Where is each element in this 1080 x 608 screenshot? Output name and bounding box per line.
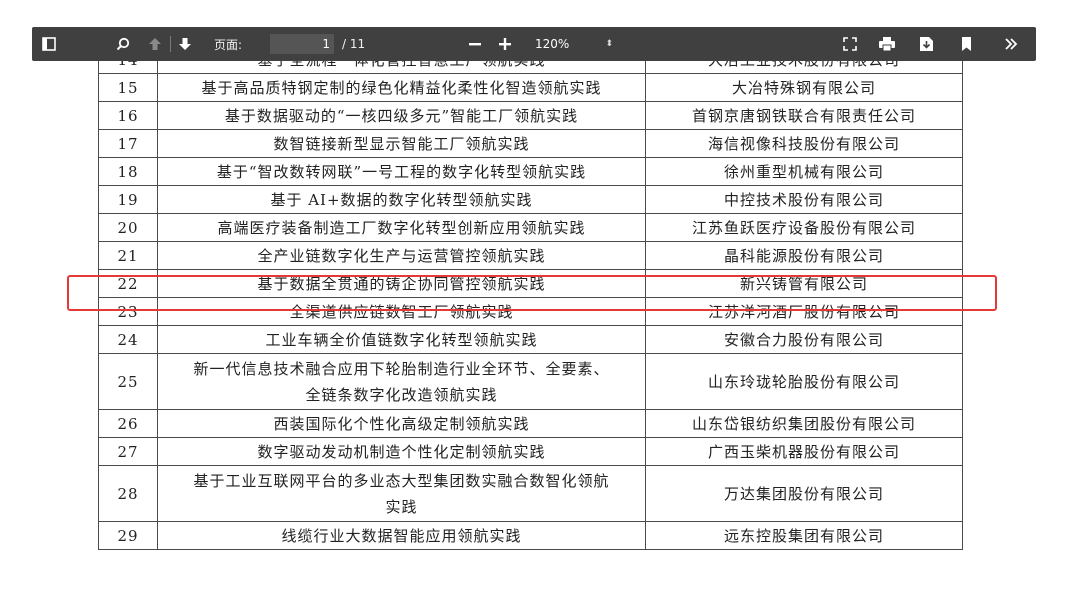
row-number: 15 (98, 73, 158, 102)
page-total: / 11 (342, 37, 366, 51)
table-row: 27 数字驱动发动机制造个性化定制领航实践 广西玉柴机器股份有限公司 (98, 437, 963, 466)
next-page-button[interactable] (174, 27, 196, 61)
table-row: 19 基于 AI+数据的数字化转型领航实践 中控技术股份有限公司 (98, 185, 963, 214)
row-number: 24 (98, 325, 158, 354)
table-row: 21 全产业链数字化生产与运营管控领航实践 晶科能源股份有限公司 (98, 241, 963, 270)
practice-name: 高端医疗装备制造工厂数字化转型创新应用领航实践 (157, 213, 646, 242)
double-chevron-right-icon (1004, 37, 1018, 51)
table-row: 28 基于工业互联网平台的多业态大型集团数实融合数智化领航 实践 万达集团股份有… (98, 465, 963, 522)
table-row: 26 西装国际化个性化高级定制领航实践 山东岱银纺织集团股份有限公司 (98, 409, 963, 438)
page-total-wrap: / 11 (342, 27, 382, 61)
company-name: 山东玲珑轮胎股份有限公司 (645, 353, 963, 410)
toolbar-divider (170, 36, 171, 52)
previous-page-button[interactable] (144, 27, 166, 61)
practice-name: 新一代信息技术融合应用下轮胎制造行业全环节、全要素、 全链条数字化改造领航实践 (157, 353, 646, 410)
practice-name-line: 基于工业互联网平台的多业态大型集团数实融合数智化领航 (193, 471, 610, 490)
row-number: 16 (98, 101, 158, 130)
company-name: 首钢京唐钢铁联合有限责任公司 (645, 101, 963, 130)
arrow-down-icon (178, 37, 192, 51)
page-number-input[interactable] (270, 34, 334, 54)
sidebar-toggle-button[interactable] (34, 27, 64, 61)
chevron-up-down-icon: ⬍ (605, 39, 613, 49)
table-row: 24 工业车辆全价值链数字化转型领航实践 安徽合力股份有限公司 (98, 325, 963, 354)
row-number: 20 (98, 213, 158, 242)
company-name: 山东岱银纺织集团股份有限公司 (645, 409, 963, 438)
practice-name: 数字驱动发动机制造个性化定制领航实践 (157, 437, 646, 466)
page-label: 页面: (214, 37, 243, 52)
practice-name: 基于高品质特钢定制的绿色化精益化柔性化智造领航实践 (157, 73, 646, 102)
practice-name: 西装国际化个性化高级定制领航实践 (157, 409, 646, 438)
practice-name: 基于工业互联网平台的多业态大型集团数实融合数智化领航 实践 (157, 465, 646, 522)
bookmark-icon (961, 37, 972, 51)
fullscreen-button[interactable] (838, 27, 862, 61)
company-name: 江苏鱼跃医疗设备股份有限公司 (645, 213, 963, 242)
row-number: 21 (98, 241, 158, 270)
document-page: 14 基于全流程一体化管控智慧工厂领航实践 大冶工业技术股份有限公司 15 基于… (0, 0, 1080, 608)
print-icon (879, 37, 895, 51)
table-row: 16 基于数据驱动的“一核四级多元”智能工厂领航实践 首钢京唐钢铁联合有限责任公… (98, 101, 963, 130)
minus-icon (468, 37, 482, 51)
download-icon (919, 37, 933, 51)
zoom-in-button[interactable] (494, 27, 516, 61)
practice-name: 基于“智改数转网联”一号工程的数字化转型领航实践 (157, 157, 646, 186)
practice-name: 工业车辆全价值链数字化转型领航实践 (157, 325, 646, 354)
page-label-wrap: 页面: (214, 27, 260, 61)
print-button[interactable] (874, 27, 900, 61)
zoom-select[interactable]: 120% ⬍ (529, 34, 619, 54)
practice-name: 数智链接新型显示智能工厂领航实践 (157, 129, 646, 158)
sidebar-toggle-icon (42, 37, 56, 51)
practice-name-line: 新一代信息技术融合应用下轮胎制造行业全环节、全要素、 (193, 359, 610, 378)
more-tools-button[interactable] (998, 27, 1024, 61)
company-name: 中控技术股份有限公司 (645, 185, 963, 214)
company-name: 海信视像科技股份有限公司 (645, 129, 963, 158)
row-number: 29 (98, 521, 158, 550)
row-number: 28 (98, 465, 158, 522)
company-name: 广西玉柴机器股份有限公司 (645, 437, 963, 466)
table-row: 18 基于“智改数转网联”一号工程的数字化转型领航实践 徐州重型机械有限公司 (98, 157, 963, 186)
practice-name-line: 实践 (385, 497, 418, 516)
bookmark-button[interactable] (954, 27, 978, 61)
company-name: 远东控股集团有限公司 (645, 521, 963, 550)
table-row: 20 高端医疗装备制造工厂数字化转型创新应用领航实践 江苏鱼跃医疗设备股份有限公… (98, 213, 963, 242)
practice-name: 基于数据驱动的“一核四级多元”智能工厂领航实践 (157, 101, 646, 130)
table-row: 15 基于高品质特钢定制的绿色化精益化柔性化智造领航实践 大冶特殊钢有限公司 (98, 73, 963, 102)
company-name: 徐州重型机械有限公司 (645, 157, 963, 186)
row-number: 26 (98, 409, 158, 438)
table-row: 29 线缆行业大数据智能应用领航实践 远东控股集团有限公司 (98, 521, 963, 550)
company-name: 大冶特殊钢有限公司 (645, 73, 963, 102)
row-number: 17 (98, 129, 158, 158)
highlight-box (67, 275, 997, 311)
practice-name: 全产业链数字化生产与运营管控领航实践 (157, 241, 646, 270)
row-number: 18 (98, 157, 158, 186)
zoom-out-button[interactable] (464, 27, 486, 61)
row-number: 19 (98, 185, 158, 214)
pdf-toolbar: 页面: / 11 120% ⬍ (32, 27, 1036, 61)
row-number: 25 (98, 353, 158, 410)
plus-icon (498, 37, 512, 51)
arrow-up-icon (148, 37, 162, 51)
table-row: 25 新一代信息技术融合应用下轮胎制造行业全环节、全要素、 全链条数字化改造领航… (98, 353, 963, 410)
company-name: 万达集团股份有限公司 (645, 465, 963, 522)
practice-name-line: 全链条数字化改造领航实践 (305, 385, 498, 404)
company-name: 晶科能源股份有限公司 (645, 241, 963, 270)
search-button[interactable] (112, 27, 134, 61)
zoom-value: 120% (535, 37, 570, 51)
company-name: 安徽合力股份有限公司 (645, 325, 963, 354)
practice-name: 基于 AI+数据的数字化转型领航实践 (157, 185, 646, 214)
download-button[interactable] (914, 27, 938, 61)
search-icon (116, 37, 130, 51)
table-row: 17 数智链接新型显示智能工厂领航实践 海信视像科技股份有限公司 (98, 129, 963, 158)
fullscreen-icon (843, 37, 857, 51)
row-number: 27 (98, 437, 158, 466)
practice-name: 线缆行业大数据智能应用领航实践 (157, 521, 646, 550)
